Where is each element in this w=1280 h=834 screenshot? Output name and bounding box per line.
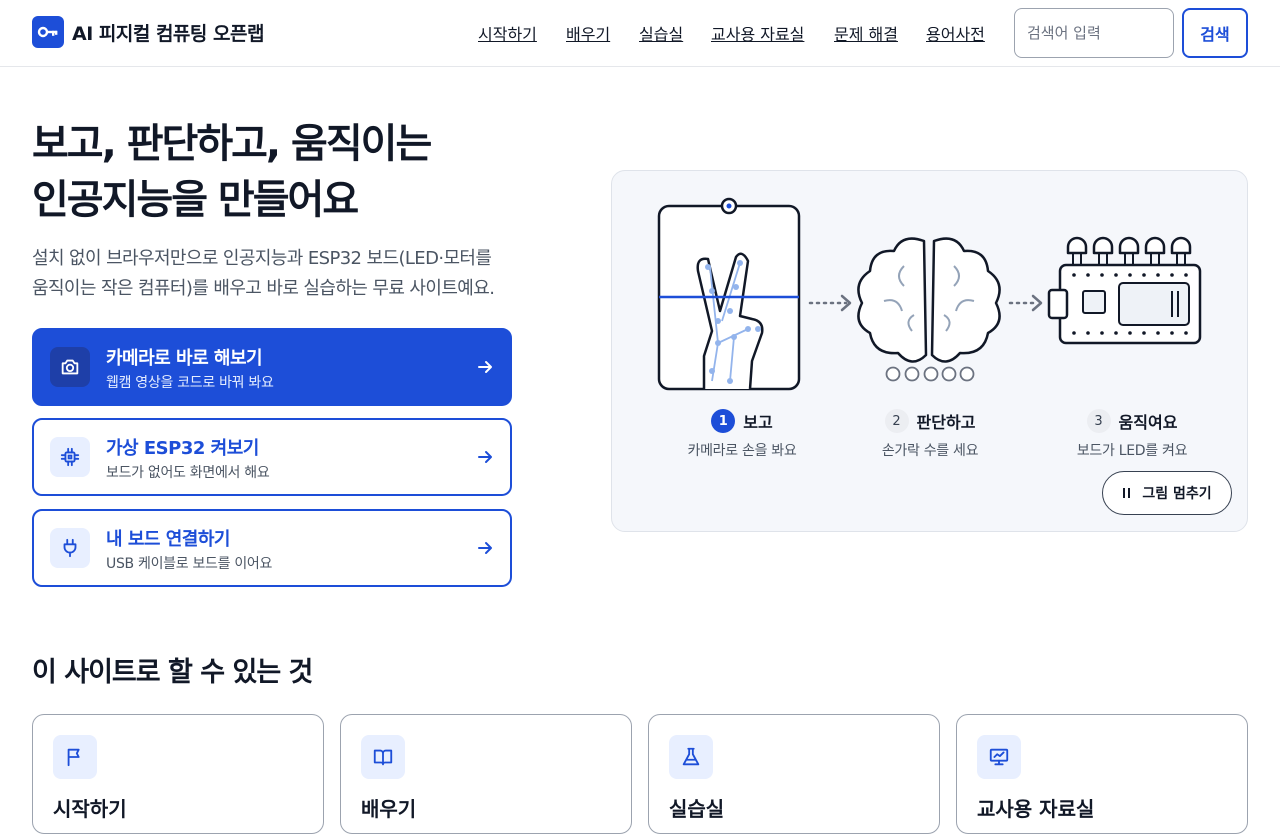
finger-count-dots: [885, 366, 975, 382]
cta-subtitle: 보드가 없어도 화면에서 해요: [106, 465, 270, 481]
cta-subtitle: 웹캠 영상을 코드로 바꿔 봐요: [106, 375, 274, 391]
board-led-icon: [1047, 236, 1202, 345]
nav-start[interactable]: 시작하기: [478, 21, 537, 44]
hero-title-line: 인공지능을 만들어요: [32, 177, 359, 223]
pause-icon: [1123, 488, 1131, 498]
feature-card-start[interactable]: 시작하기: [32, 714, 324, 834]
key-icon: [32, 16, 64, 48]
nav-troubleshooting[interactable]: 문제 해결: [834, 21, 898, 44]
feature-card-title: 실습실: [669, 797, 725, 821]
flask-icon: [669, 735, 713, 779]
connect-board-button[interactable]: 내 보드 연결하기 USB 케이블로 보드를 이어요: [32, 509, 512, 587]
nav-lab[interactable]: 실습실: [639, 21, 683, 44]
try-camera-button[interactable]: 카메라로 바로 해보기 웹캠 영상을 코드로 바꿔 봐요: [32, 328, 512, 406]
step-number: 3: [1086, 409, 1111, 433]
hero-description-line: 움직이는 작은 컴퓨터)를 배우고 바로 실습하는 무료 사이트예요.: [32, 278, 495, 299]
section-title: 이 사이트로 할 수 있는 것: [32, 657, 313, 688]
feature-card-learn[interactable]: 배우기: [340, 714, 632, 834]
step-description: 카메라로 손을 봐요: [687, 443, 797, 459]
pause-animation-button[interactable]: 그림 멈추기: [1102, 471, 1232, 515]
step-label: 보고: [743, 413, 773, 432]
step-act: 3 움직여요 보드가 LED를 켜요: [1042, 408, 1222, 460]
nav-learn[interactable]: 배우기: [566, 21, 610, 44]
step-number: 2: [884, 409, 909, 433]
site-title: AI 피지컬 컴퓨팅 오픈랩: [72, 22, 264, 45]
presentation-icon: [977, 735, 1021, 779]
site-logo[interactable]: AI 피지컬 컴퓨팅 오픈랩: [32, 16, 264, 48]
site-header: AI 피지컬 컴퓨팅 오픈랩 시작하기 배우기 실습실 교사용 자료실 문제 해…: [0, 0, 1280, 67]
nav-teacher-resources[interactable]: 교사용 자료실: [711, 21, 804, 44]
step-see: 1 보고 카메라로 손을 봐요: [652, 408, 832, 460]
feature-card-title: 배우기: [361, 797, 417, 821]
flow-arrow-icon: [1008, 294, 1043, 312]
hero-description-line: 설치 없이 브라우저만으로 인공지능과 ESP32 보드(LED·모터를: [32, 248, 492, 269]
feature-card-title: 시작하기: [53, 797, 127, 821]
hero-title: 보고, 판단하고, 움직이는 인공지능을 만들어요: [32, 116, 592, 228]
hero-title-line: 보고, 판단하고, 움직이는: [32, 121, 432, 167]
arrow-right-icon: [476, 358, 494, 380]
step-label: 움직여요: [1118, 413, 1178, 432]
flag-icon: [53, 735, 97, 779]
chip-icon: [50, 437, 90, 477]
plug-icon: [50, 528, 90, 568]
step-label: 판단하고: [916, 413, 976, 432]
step-description: 손가락 수를 세요: [881, 443, 979, 459]
pause-label: 그림 멈추기: [1142, 486, 1212, 502]
hero-description: 설치 없이 브라우저만으로 인공지능과 ESP32 보드(LED·모터를 움직이…: [32, 244, 552, 304]
cta-title: 카메라로 바로 해보기: [106, 348, 263, 369]
search-input[interactable]: [1014, 8, 1174, 58]
nav-glossary[interactable]: 용어사전: [926, 21, 985, 44]
virtual-esp32-button[interactable]: 가상 ESP32 켜보기 보드가 없어도 화면에서 해요: [32, 418, 512, 496]
arrow-right-icon: [476, 539, 494, 561]
flow-arrow-icon: [808, 294, 852, 312]
camera-icon: [50, 347, 90, 387]
arrow-right-icon: [476, 448, 494, 470]
cta-title: 내 보드 연결하기: [106, 529, 230, 550]
cta-subtitle: USB 케이블로 보드를 이어요: [106, 556, 273, 572]
feature-card-title: 교사용 자료실: [977, 797, 1095, 821]
step-decide: 2 판단하고 손가락 수를 세요: [840, 408, 1020, 460]
search-button[interactable]: 검색: [1182, 8, 1248, 58]
cta-title: 가상 ESP32 켜보기: [106, 438, 259, 459]
step-description: 보드가 LED를 켜요: [1076, 443, 1188, 459]
see-think-act-illustration: 1 보고 카메라로 손을 봐요 2 판단하고 손가락 수를 세요 3 움직여요 보드가…: [611, 170, 1248, 532]
feature-card-lab[interactable]: 실습실: [648, 714, 940, 834]
camera-hand-icon: [657, 197, 801, 391]
pipeline-graphic: [657, 197, 1202, 391]
brain-icon: [857, 237, 1001, 363]
feature-card-teacher-resources[interactable]: 교사용 자료실: [956, 714, 1248, 834]
book-icon: [361, 735, 405, 779]
step-number: 1: [711, 409, 736, 433]
